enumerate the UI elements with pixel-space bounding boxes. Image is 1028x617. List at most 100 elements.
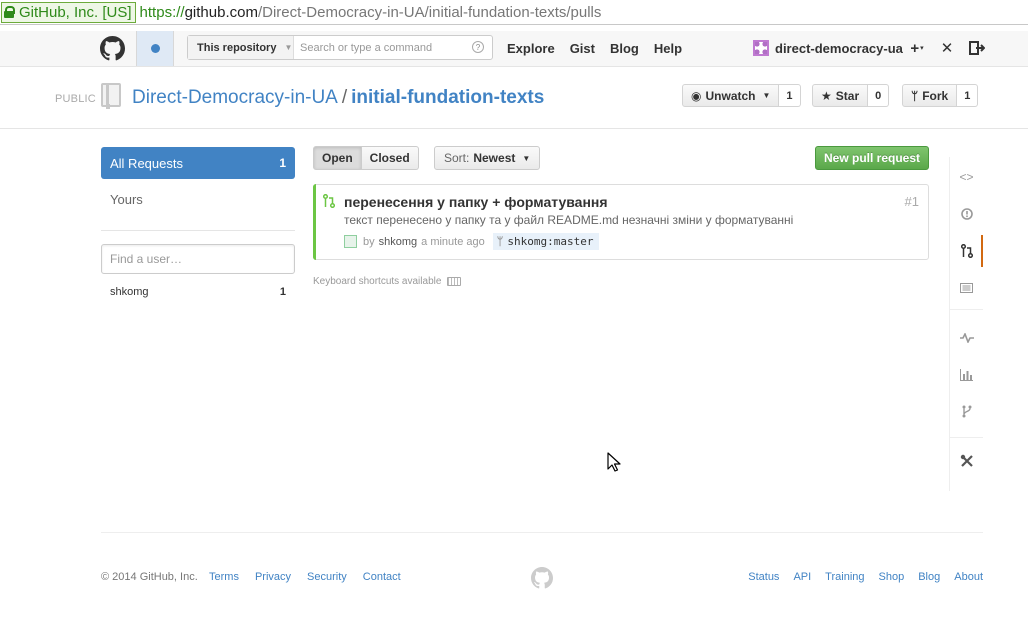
star-label: Star bbox=[835, 88, 860, 103]
footer-link-contact[interactable]: Contact bbox=[363, 571, 401, 583]
all-requests-label: All Requests bbox=[110, 155, 183, 171]
sort-prefix: Sort: bbox=[444, 151, 470, 165]
state-toggle: Open Closed bbox=[313, 146, 419, 170]
footer-link-blog[interactable]: Blog bbox=[918, 571, 940, 583]
footer-links-left: Terms Privacy Security Contact bbox=[209, 571, 417, 583]
footer-link-terms[interactable]: Terms bbox=[209, 571, 239, 583]
star-icon: ★ bbox=[821, 88, 832, 103]
fork-control: ᛘ Fork 1 bbox=[902, 84, 979, 107]
sidebar-divider bbox=[101, 230, 295, 231]
star-control: ★ Star 0 bbox=[812, 84, 890, 107]
search-box: This repository ▼ ? bbox=[187, 35, 493, 60]
url-path: /Direct-Democracy-in-UA/initial-fundatio… bbox=[257, 3, 602, 21]
wiki-icon[interactable] bbox=[950, 272, 983, 304]
url-scheme: https:// bbox=[139, 3, 185, 21]
plus-icon[interactable]: + ▾ bbox=[906, 39, 928, 57]
repo-path-separator: / bbox=[341, 87, 348, 108]
filter-yours[interactable]: Yours bbox=[110, 192, 143, 207]
footer-copyright: © 2014 GitHub, Inc. bbox=[101, 571, 198, 583]
settings-icon[interactable] bbox=[950, 445, 983, 477]
site-identity-badge[interactable]: GitHub, Inc. [US] bbox=[1, 1, 136, 23]
visibility-label: PUBLIC bbox=[55, 93, 96, 105]
unwatch-button[interactable]: ◉ Unwatch ▼ bbox=[682, 84, 780, 107]
chevron-down-icon: ▼ bbox=[522, 153, 531, 163]
forks-count[interactable]: 1 bbox=[957, 84, 979, 107]
top-navigation: Explore Gist Blog Help bbox=[507, 41, 697, 56]
fork-button[interactable]: ᛘ Fork bbox=[902, 84, 958, 107]
repo-name-link[interactable]: initial-fundation-texts bbox=[351, 87, 544, 108]
nav-gist[interactable]: Gist bbox=[570, 41, 595, 56]
nav-help[interactable]: Help bbox=[654, 41, 682, 56]
search-scope-label: This repository bbox=[197, 41, 277, 54]
lock-icon bbox=[4, 6, 15, 18]
sort-value: Newest bbox=[473, 151, 516, 165]
footer-link-privacy[interactable]: Privacy bbox=[255, 571, 291, 583]
username: direct-democracy-ua bbox=[775, 40, 903, 56]
keyboard-shortcuts-hint[interactable]: Keyboard shortcuts available bbox=[313, 276, 462, 287]
graphs-icon[interactable] bbox=[950, 359, 983, 391]
network-icon[interactable] bbox=[950, 395, 983, 427]
watchers-count[interactable]: 1 bbox=[779, 84, 801, 107]
user-profile-link[interactable]: direct-democracy-ua bbox=[753, 40, 903, 56]
eye-icon: ◉ bbox=[691, 88, 702, 103]
code-icon[interactable]: <> bbox=[950, 161, 983, 193]
footer-link-training[interactable]: Training bbox=[825, 571, 864, 583]
chevron-down-icon: ▼ bbox=[284, 43, 293, 52]
github-logo-icon[interactable] bbox=[100, 36, 125, 61]
branch-name: shkomg:master bbox=[507, 235, 594, 248]
sign-out-icon[interactable] bbox=[966, 39, 988, 57]
by-label: by bbox=[363, 235, 375, 248]
pull-request-number: #1 bbox=[904, 194, 919, 209]
open-filter-button[interactable]: Open bbox=[313, 146, 362, 170]
nav-blog[interactable]: Blog bbox=[610, 41, 639, 56]
github-mark-icon[interactable] bbox=[531, 567, 553, 589]
search-input[interactable] bbox=[294, 36, 472, 59]
footer-link-api[interactable]: API bbox=[793, 571, 811, 583]
stars-count[interactable]: 0 bbox=[868, 84, 890, 107]
footer-link-security[interactable]: Security bbox=[307, 571, 347, 583]
pull-request-time: a minute ago bbox=[421, 235, 485, 248]
all-requests-count: 1 bbox=[279, 156, 286, 170]
chevron-down-icon: ▼ bbox=[762, 91, 771, 100]
pull-request-title[interactable]: перенесення у папку + форматування bbox=[344, 194, 608, 210]
issues-icon[interactable] bbox=[950, 198, 983, 230]
search-help-icon[interactable]: ? bbox=[472, 41, 484, 53]
header-actions: + ▾ ✕ bbox=[906, 39, 996, 57]
footer-divider bbox=[101, 532, 983, 533]
new-pull-request-button[interactable]: New pull request bbox=[815, 146, 930, 170]
footer-link-status[interactable]: Status bbox=[748, 571, 779, 583]
pulse-icon[interactable] bbox=[950, 322, 983, 354]
site-header: This repository ▼ ? Explore Gist Blog Hel… bbox=[0, 31, 1028, 67]
footer-link-shop[interactable]: Shop bbox=[879, 571, 905, 583]
pull-request-meta: by shkomg a minute ago ᛘ shkomg:master bbox=[344, 233, 600, 250]
repo-nav-divider bbox=[950, 437, 983, 438]
user-filter-count: 1 bbox=[279, 286, 286, 298]
user-filter-item[interactable]: shkomg 1 bbox=[110, 286, 286, 298]
nav-explore[interactable]: Explore bbox=[507, 41, 555, 56]
pull-request-author[interactable]: shkomg bbox=[379, 236, 418, 248]
closed-filter-button[interactable]: Closed bbox=[361, 146, 419, 170]
address-text[interactable]: https://github.com/Direct-Democracy-in-U… bbox=[140, 4, 602, 21]
tools-icon[interactable]: ✕ bbox=[936, 39, 958, 57]
filter-all-requests[interactable]: All Requests 1 bbox=[101, 147, 295, 179]
mouse-cursor-icon bbox=[607, 452, 621, 472]
keyboard-shortcuts-label: Keyboard shortcuts available bbox=[313, 276, 442, 287]
find-user-input[interactable] bbox=[101, 244, 295, 274]
repo-owner-link[interactable]: Direct-Democracy-in-UA bbox=[132, 87, 338, 108]
repo-book-icon bbox=[101, 83, 121, 109]
unwatch-label: Unwatch bbox=[705, 88, 756, 103]
unwatch-control: ◉ Unwatch ▼ 1 bbox=[682, 84, 801, 107]
notifications-indicator[interactable] bbox=[136, 31, 174, 66]
footer-links-right: Status API Training Shop Blog About bbox=[734, 571, 983, 583]
footer-link-about[interactable]: About bbox=[954, 571, 983, 583]
pull-request-icon bbox=[323, 194, 335, 208]
search-scope-selector[interactable]: This repository ▼ bbox=[188, 36, 294, 59]
fork-icon: ᛘ bbox=[911, 88, 919, 103]
branch-label: ᛘ shkomg:master bbox=[492, 233, 600, 250]
browser-url-bar[interactable]: GitHub, Inc. [US] https://github.com/Dir… bbox=[0, 0, 1028, 25]
sort-dropdown[interactable]: Sort: Newest ▼ bbox=[434, 146, 541, 170]
pull-requests-icon[interactable] bbox=[950, 235, 983, 267]
star-button[interactable]: ★ Star bbox=[812, 84, 869, 107]
site-identity-label: GitHub, Inc. [US] bbox=[19, 3, 132, 21]
pull-request-description: текст перенесено у папку та у файл READM… bbox=[344, 213, 794, 227]
